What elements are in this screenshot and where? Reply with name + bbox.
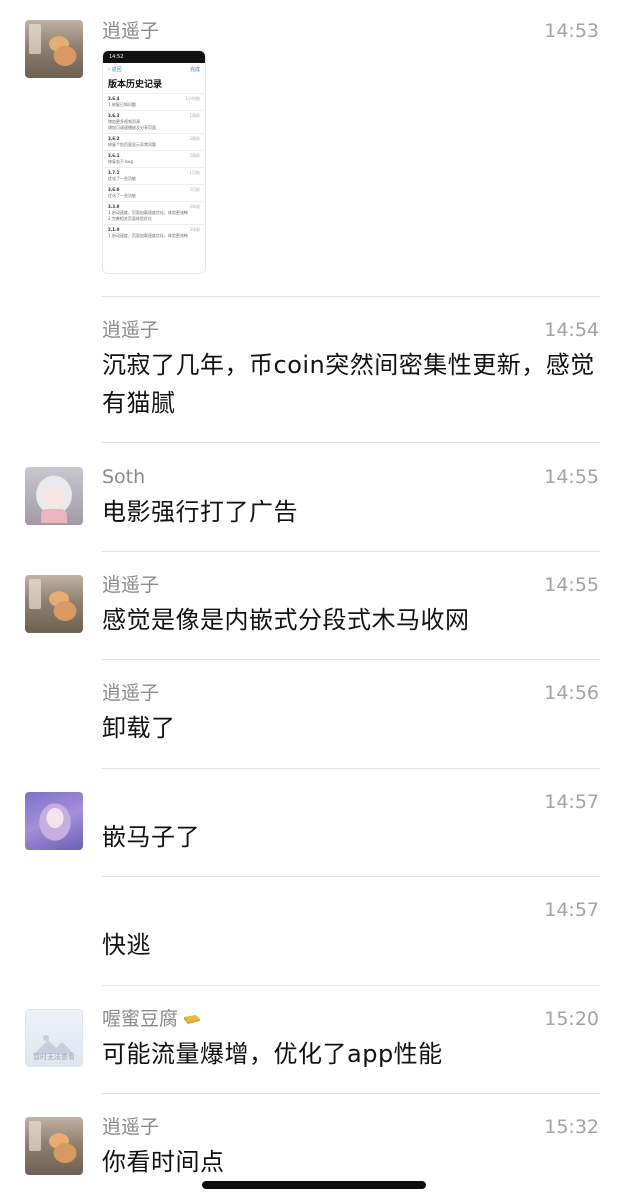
message-time: 14:56 [544,682,599,704]
thumbnail-version-entry: 2.1.0 3年前 1 启动速度、页面加载速度优化，体验更流畅 [103,224,205,241]
thumbnail-version-entry: 3.6.2 2周前 修复个别页面显示异常问题 [103,133,205,150]
message-divider [102,1093,600,1094]
thumbnail-version-entry: 3.6.4 1小时前 1 修复已知问题 [103,93,205,110]
anime-girl-avatar[interactable] [25,467,83,525]
thumbnail-version-entry: 3.3.0 2年前 1 启动速度、页面加载速度优化，体验更流畅 2 完善相关页面体验优… [103,201,205,224]
thumbnail-version-note: 1 启动速度、页面加载速度优化，体验更流畅 [108,233,188,238]
message-text[interactable]: 嵌马子了 [102,818,597,856]
thumbnail-version-entry: 3.6.0 2月前 优化了一些功能 [103,184,205,201]
message-time: 14:54 [544,319,599,341]
message-time: 15:32 [544,1116,599,1138]
thumbnail-status-bar: 14:52 [103,51,205,63]
message-divider [102,551,600,552]
screenshot-thumbnail[interactable]: 14:52 ‹ 返回 完成 版本历史记录 3.6.4 1小时前 1 修复已知问题 3.… [102,50,206,274]
thumbnail-version-age: 1周前 [189,113,200,118]
thumbnail-version-age: 2月前 [189,187,200,192]
thumbnail-title: 版本历史记录 [108,80,163,90]
thumbnail-version-age: 1月前 [189,170,200,175]
thumbnail-version-age: 2周前 [189,136,200,141]
thumbnail-version-note: 修复若干 bug [108,159,133,164]
message-text[interactable]: 可能流量爆增，优化了app性能 [102,1035,597,1073]
image-placeholder-icon [34,1035,74,1054]
thumbnail-version-note: 1 修复已知问题 [108,102,136,107]
sender-name: 逍遥子 [102,319,160,341]
message-time: 15:20 [544,1008,599,1030]
message-time: 14:55 [544,466,599,488]
message-text[interactable]: 快逃 [102,926,597,964]
message-divider [102,442,600,443]
message-time: 14:53 [544,20,599,42]
thumbnail-version-note: 2 完善相关页面体验优化 [108,216,152,221]
message-text[interactable]: 电影强行打了广告 [102,493,597,531]
message-text[interactable]: 感觉是像是内嵌式分段式木马收网 [102,601,597,639]
thumbnail-version-note: 修复个别页面显示异常问题 [108,142,156,147]
cat-avatar[interactable] [25,575,83,633]
thumbnail-nav: ‹ 返回 完成 [103,63,205,76]
placeholder-caption: 暂时无法查看 [33,1053,75,1061]
thumbnail-version-list: 3.6.4 1小时前 1 修复已知问题 3.6.3 1周前 增加更多视频资源 增加可调速播放… [103,93,205,241]
message-time: 14:57 [544,899,599,921]
sender-name: 喔蜜豆腐 [102,1007,201,1031]
sender-name: 逍遥子 [102,1116,160,1138]
sender-name-text: 喔蜜豆腐 [102,1008,179,1030]
thumbnail-version-age: 2周前 [189,153,200,158]
thumbnail-version-note: 优化了一些功能 [108,176,136,181]
sender-name: 逍遥子 [102,682,160,704]
message-divider [102,659,600,660]
thumbnail-version-age: 3年前 [189,227,200,232]
message-divider [102,768,600,769]
message-divider [102,296,600,297]
thumbnail-version-entry: 3.6.1 2周前 修复若干 bug [103,150,205,167]
thumbnail-version-entry: 3.7.1 1月前 优化了一些功能 [103,167,205,184]
thumbnail-version-age: 2年前 [189,204,200,209]
message-time: 14:55 [544,574,599,596]
cat-avatar[interactable] [25,20,83,78]
thumbnail-back-link: ‹ 返回 [108,67,122,73]
thumbnail-version-note: 增加可调速播放及分享页面 [108,125,156,130]
gold-bar-icon [184,1015,201,1024]
message-time: 14:57 [544,791,599,813]
cat-avatar[interactable] [25,1117,83,1175]
placeholder-avatar[interactable]: 暂时无法查看 [25,1009,83,1067]
thumbnail-version-age: 1小时前 [185,96,200,101]
thumbnail-done-link: 完成 [189,67,200,73]
sender-name: 逍遥子 [102,574,160,596]
message-text[interactable]: 卸载了 [102,709,597,747]
message-text[interactable]: 你看时间点 [102,1143,597,1181]
message-divider [102,876,600,877]
message-text[interactable]: 沉寂了几年，币coin突然间密集性更新，感觉有猫腻 [102,346,597,422]
message-divider [102,985,600,986]
thumbnail-version-entry: 3.6.3 1周前 增加更多视频资源 增加可调速播放及分享页面 [103,110,205,133]
sender-name: 逍遥子 [102,20,160,42]
thumbnail-version-note: 优化了一些功能 [108,193,136,198]
sender-name: Soth [102,466,146,488]
purple-avatar[interactable] [25,792,83,850]
home-indicator[interactable] [202,1181,426,1189]
